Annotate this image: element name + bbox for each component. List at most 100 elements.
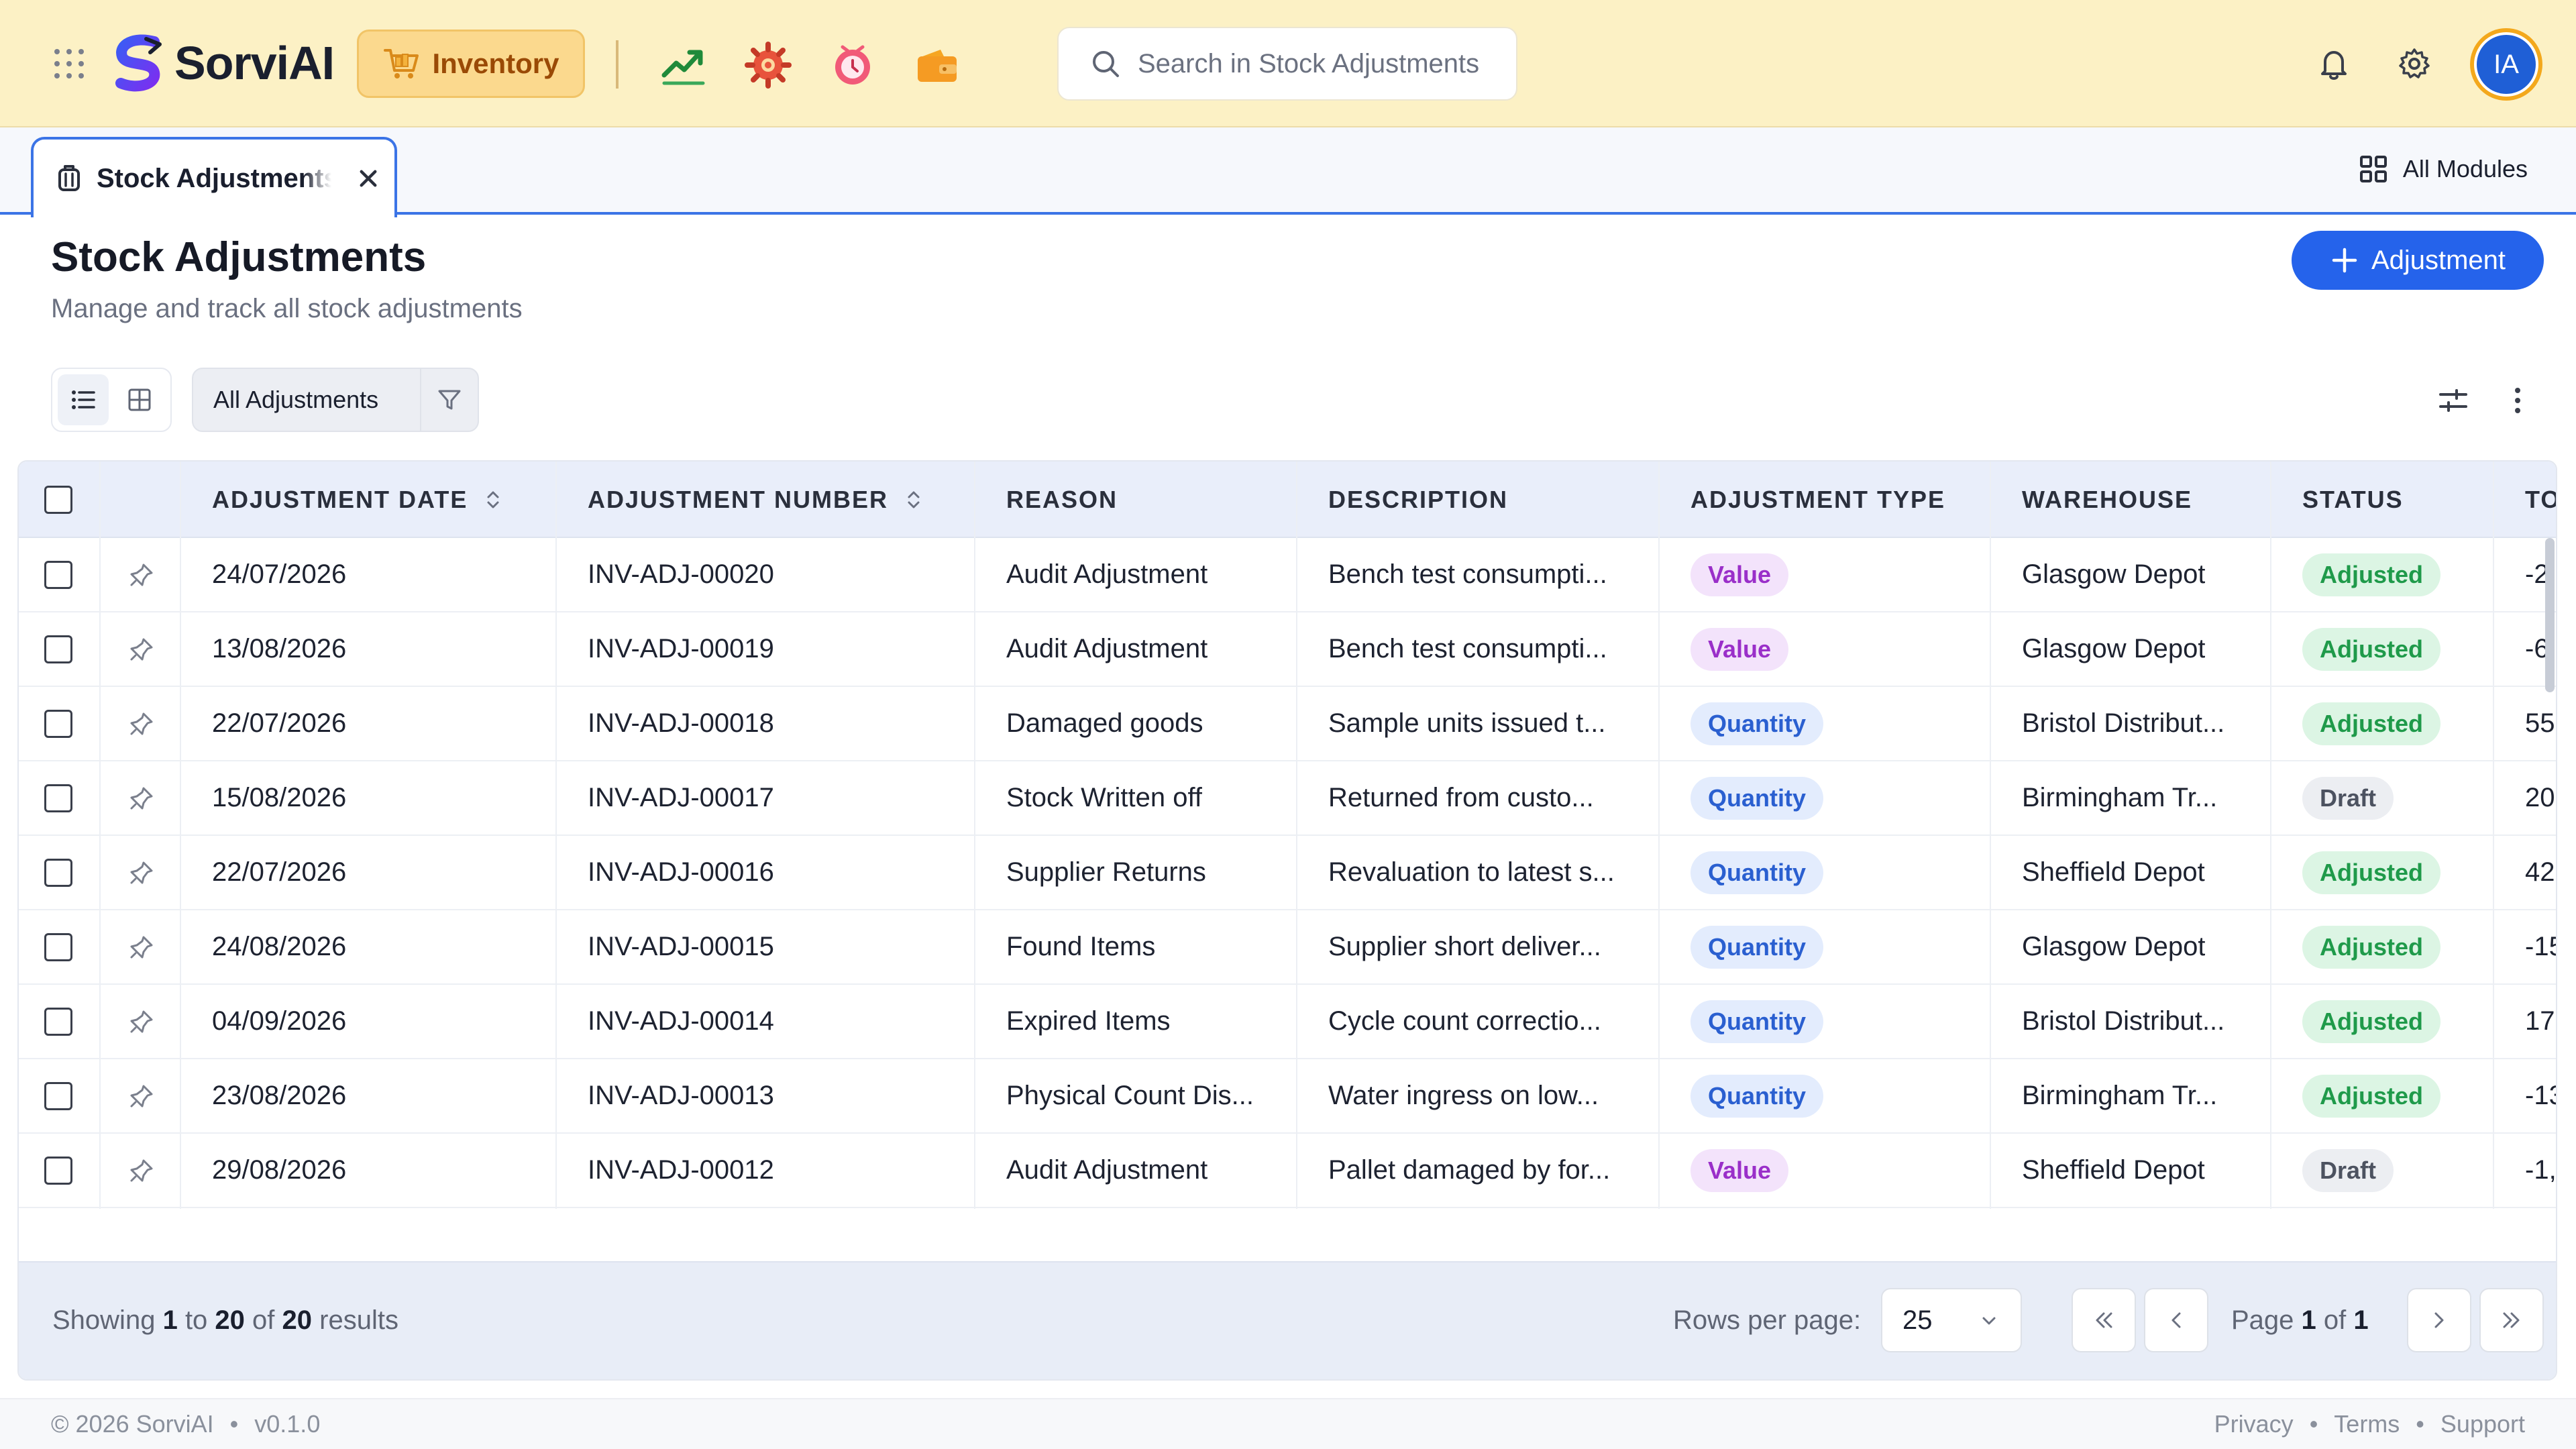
column-divider xyxy=(180,462,181,1209)
wallet-icon[interactable] xyxy=(914,42,961,89)
cell-date: 18/07/2026 xyxy=(212,1208,346,1209)
clock-badge-icon[interactable] xyxy=(829,42,876,89)
row-checkbox[interactable] xyxy=(44,784,72,812)
app-grid-icon[interactable] xyxy=(52,47,86,80)
row-checkbox[interactable] xyxy=(44,1007,72,1036)
app-logo[interactable]: SorviAI xyxy=(107,32,335,94)
cell-type: Quantity xyxy=(1690,836,1824,909)
pin-icon[interactable] xyxy=(127,933,156,961)
tab-stock-adjustments[interactable]: Stock Adjustments xyxy=(31,137,397,217)
filter-button[interactable] xyxy=(421,386,478,413)
table-row[interactable]: 29/08/2026 INV-ADJ-00012 Audit Adjustment P… xyxy=(19,1134,2556,1208)
pin-icon[interactable] xyxy=(127,859,156,887)
page-subtitle: Manage and track all stock adjustments xyxy=(51,294,523,323)
cell-number: INV-ADJ-00014 xyxy=(588,1006,774,1036)
cell-date: 23/08/2026 xyxy=(212,1081,347,1110)
inventory-module-button[interactable]: Inventory xyxy=(357,30,585,98)
all-modules-button[interactable]: All Modules xyxy=(2359,154,2528,184)
last-page-button[interactable] xyxy=(2479,1288,2544,1352)
trend-chart-icon[interactable] xyxy=(660,42,707,89)
table-row[interactable]: 22/07/2026 INV-ADJ-00018 Damaged goods Samp… xyxy=(19,687,2556,761)
cell-total: 42 xyxy=(2525,857,2555,887)
pin-icon[interactable] xyxy=(127,1008,156,1036)
page-total: 1 xyxy=(2353,1305,2369,1335)
grid-view-button[interactable] xyxy=(114,374,165,425)
column-header-warehouse[interactable]: WAREHOUSE xyxy=(2022,462,2192,538)
separator-dot: • xyxy=(2309,1410,2318,1438)
pin-icon[interactable] xyxy=(127,1157,156,1185)
pin-icon[interactable] xyxy=(127,784,156,812)
cell-date: 24/08/2026 xyxy=(212,932,347,961)
column-header-description[interactable]: DESCRIPTION xyxy=(1328,462,1508,538)
page-title: Stock Adjustments xyxy=(51,234,427,280)
table-header: ADJUSTMENT DATE ADJUSTMENT NUMBER REASON… xyxy=(19,462,2556,538)
table-row[interactable]: 04/09/2026 INV-ADJ-00014 Expired Items Cycl… xyxy=(19,985,2556,1059)
support-link[interactable]: Support xyxy=(2440,1410,2525,1438)
cell-description: Bench test consumpti... xyxy=(1328,559,1607,589)
terms-link[interactable]: Terms xyxy=(2334,1410,2400,1438)
pin-icon[interactable] xyxy=(127,635,156,663)
cell-total: 17.5 xyxy=(2525,1006,2556,1036)
cell-description: Supplier short deliver... xyxy=(1328,932,1601,961)
user-avatar[interactable]: IA xyxy=(2470,28,2542,101)
list-view-button[interactable] xyxy=(58,374,109,425)
column-settings-icon[interactable] xyxy=(2436,384,2470,417)
row-checkbox[interactable] xyxy=(44,1156,72,1185)
pin-icon[interactable] xyxy=(127,710,156,738)
status-badge: Adjusted xyxy=(2302,627,2441,671)
table-row[interactable]: 23/08/2026 INV-ADJ-00013 Physical Count Di… xyxy=(19,1059,2556,1134)
close-icon[interactable] xyxy=(353,163,384,194)
row-select-cell xyxy=(44,1059,72,1132)
next-page-button[interactable] xyxy=(2407,1288,2471,1352)
row-checkbox[interactable] xyxy=(44,858,72,887)
table-row[interactable]: 22/07/2026 INV-ADJ-00016 Supplier Returns R… xyxy=(19,836,2556,910)
status-badge: Adjusted xyxy=(2302,553,2441,596)
adjustments-table: ADJUSTMENT DATE ADJUSTMENT NUMBER REASON… xyxy=(17,460,2557,1381)
more-options-icon[interactable] xyxy=(2501,384,2534,417)
table-row[interactable]: 18/07/2026 INV-ADJ-00011 Stolen goods Quart… xyxy=(19,1208,2556,1209)
separator-dot: • xyxy=(2416,1410,2424,1438)
search-input[interactable]: Search in Stock Adjustments xyxy=(1057,27,1517,101)
cell-reason: Found Items xyxy=(1006,932,1156,961)
search-icon xyxy=(1093,51,1119,77)
table-row[interactable]: 15/08/2026 INV-ADJ-00017 Stock Written off… xyxy=(19,761,2556,836)
row-checkbox[interactable] xyxy=(44,560,72,589)
pin-icon[interactable] xyxy=(127,561,156,589)
type-badge: Quantity xyxy=(1690,776,1824,820)
column-header-date[interactable]: ADJUSTMENT DATE xyxy=(212,462,504,538)
pin-icon[interactable] xyxy=(127,1082,156,1110)
column-header-number[interactable]: ADJUSTMENT NUMBER xyxy=(588,462,924,538)
cell-reason: Audit Adjustment xyxy=(1006,634,1208,663)
column-header-type[interactable]: ADJUSTMENT TYPE xyxy=(1690,462,1945,538)
table-row[interactable]: 24/08/2026 INV-ADJ-00015 Found Items Suppli… xyxy=(19,910,2556,985)
column-header-status[interactable]: STATUS xyxy=(2302,462,2404,538)
rows-per-page-label: Rows per page: xyxy=(1673,1305,1862,1335)
table-row[interactable]: 13/08/2026 INV-ADJ-00019 Audit Adjustment B… xyxy=(19,612,2556,687)
rows-per-page-select[interactable]: 25 xyxy=(1881,1288,2022,1352)
cell-number: INV-ADJ-00016 xyxy=(588,857,774,887)
column-header-reason[interactable]: REASON xyxy=(1006,462,1118,538)
row-checkbox[interactable] xyxy=(44,932,72,961)
previous-page-button[interactable] xyxy=(2144,1288,2208,1352)
filter-view-select[interactable]: All Adjustments xyxy=(192,368,479,432)
table-row[interactable]: 24/07/2026 INV-ADJ-00020 Audit Adjustment B… xyxy=(19,538,2556,612)
type-badge: Quantity xyxy=(1690,851,1824,894)
column-header-total[interactable]: TO xyxy=(2525,462,2556,538)
select-all-checkbox[interactable] xyxy=(44,462,72,538)
row-checkbox[interactable] xyxy=(44,1081,72,1110)
row-checkbox[interactable] xyxy=(44,709,72,738)
first-page-button[interactable] xyxy=(2072,1288,2136,1352)
checkbox[interactable] xyxy=(44,486,72,514)
cell-type: Value xyxy=(1690,538,1789,611)
notification-bell-icon[interactable] xyxy=(2316,46,2352,82)
table-scrollbar[interactable] xyxy=(2545,538,2555,692)
cell-total: -15 xyxy=(2525,932,2556,961)
cell-type: Value xyxy=(1690,1134,1789,1207)
privacy-link[interactable]: Privacy xyxy=(2214,1410,2294,1438)
add-adjustment-button[interactable]: Adjustment xyxy=(2292,231,2544,290)
settings-icon[interactable] xyxy=(2396,46,2432,82)
settings-gear-icon[interactable] xyxy=(745,42,792,89)
cell-total: -13 xyxy=(2525,1081,2556,1110)
row-checkbox[interactable] xyxy=(44,635,72,663)
chevrons-right-icon xyxy=(2503,1312,2520,1328)
